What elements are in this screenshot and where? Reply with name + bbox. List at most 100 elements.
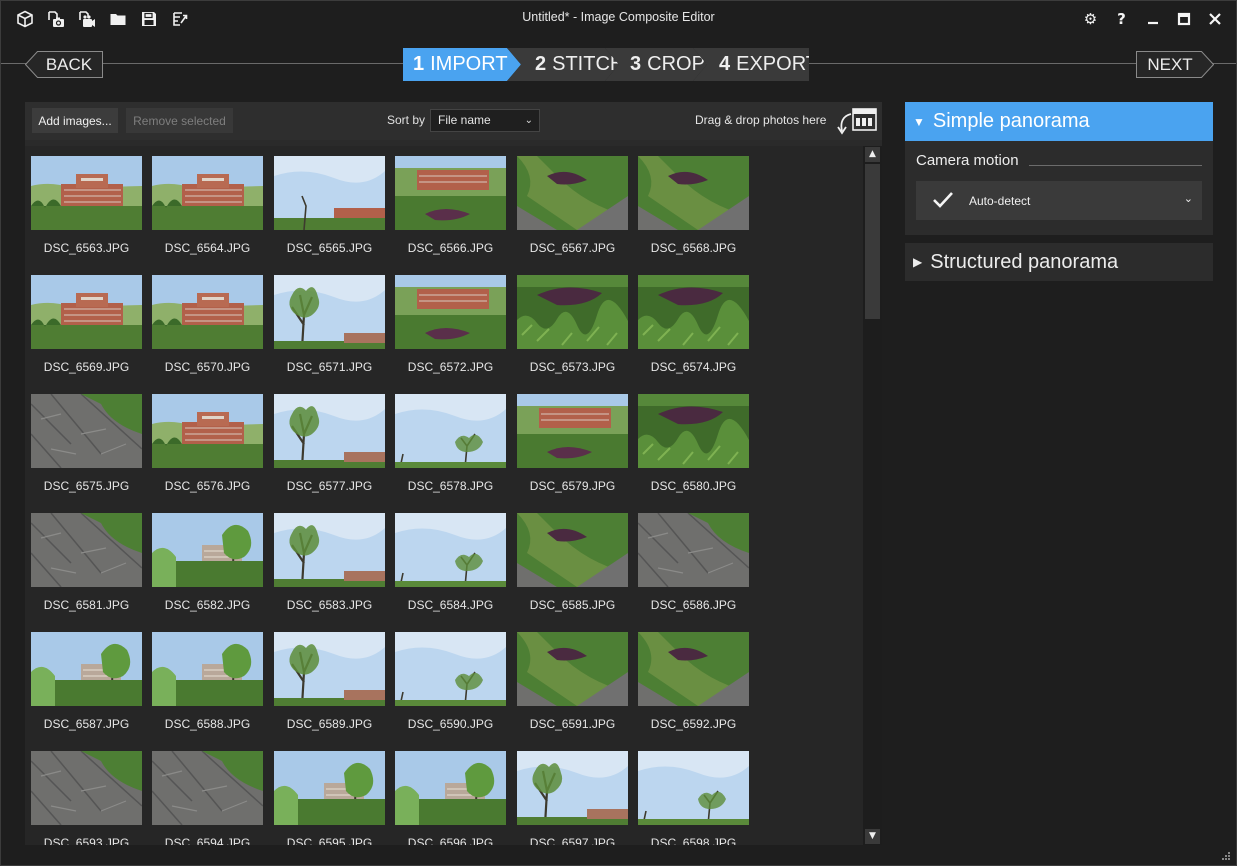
resize-grip-icon[interactable]	[1222, 852, 1230, 860]
thumbnail-item[interactable]: DSC_6577.JPG	[274, 394, 385, 493]
thumbnail-item[interactable]: DSC_6590.JPG	[395, 632, 506, 731]
thumbnail-item[interactable]: DSC_6570.JPG	[152, 275, 263, 374]
thumbnail-filename: DSC_6589.JPG	[286, 717, 373, 731]
step-number: 2	[535, 53, 547, 75]
thumbnail-item[interactable]: DSC_6579.JPG	[517, 394, 628, 493]
minimize-icon[interactable]	[1139, 6, 1166, 32]
thumbnail-filename: DSC_6592.JPG	[650, 717, 737, 731]
thumbnail-item[interactable]: DSC_6578.JPG	[395, 394, 506, 493]
step-crop[interactable]: 3 CROP	[605, 48, 707, 81]
simple-panorama-header[interactable]: ▼ Simple panorama	[905, 102, 1213, 141]
thumbnail-image	[274, 513, 385, 587]
thumbnail-filename: DSC_6597.JPG	[529, 836, 616, 845]
back-button[interactable]: BACK	[25, 51, 103, 78]
step-stitch[interactable]: 2 STITCH	[507, 48, 619, 81]
thumbnail-item[interactable]: DSC_6596.JPG	[395, 751, 506, 845]
thumbnail-item[interactable]: DSC_6581.JPG	[31, 513, 142, 612]
thumbnail-item[interactable]: DSC_6573.JPG	[517, 275, 628, 374]
thumbnail-item[interactable]: DSC_6597.JPG	[517, 751, 628, 845]
thumbnail-grid[interactable]: DSC_6563.JPG DSC_6564.JPG DSC_6565.JPG DSC_…	[25, 146, 863, 845]
thumbnail-image	[638, 632, 749, 706]
thumbnail-image	[517, 394, 628, 468]
thumbnail-item[interactable]: DSC_6564.JPG	[152, 156, 263, 255]
thumbnail-item[interactable]: DSC_6593.JPG	[31, 751, 142, 845]
thumbnail-filename: DSC_6564.JPG	[164, 241, 251, 255]
thumbnail-image	[395, 275, 506, 349]
panorama-options: ▼ Simple panorama Camera motion Auto-det…	[905, 102, 1213, 281]
thumbnail-image	[395, 394, 506, 468]
sort-dropdown[interactable]: File name ⌄	[430, 109, 540, 132]
step-label: EXPORT	[736, 53, 818, 75]
thumbnail-filename: DSC_6572.JPG	[407, 360, 494, 374]
thumbnail-item[interactable]: DSC_6585.JPG	[517, 513, 628, 612]
thumbnail-filename: DSC_6569.JPG	[43, 360, 130, 374]
thumbnail-item[interactable]: DSC_6568.JPG	[638, 156, 749, 255]
scroll-down-icon[interactable]: ▼	[865, 829, 880, 844]
thumbnail-image	[31, 156, 142, 230]
structured-panorama-header[interactable]: ▶ Structured panorama	[905, 243, 1213, 281]
sort-value: File name	[438, 113, 491, 127]
thumbnail-image	[638, 513, 749, 587]
step-export[interactable]: 4 EXPORT	[693, 48, 809, 81]
thumbnail-item[interactable]: DSC_6567.JPG	[517, 156, 628, 255]
step-indicator: 1 IMPORT 2 STITCH 3 CROP 4 EXPORT	[403, 48, 809, 81]
thumbnail-filename: DSC_6583.JPG	[286, 598, 373, 612]
thumbnail-filename: DSC_6576.JPG	[164, 479, 251, 493]
camera-motion-dropdown[interactable]: Auto-detect ⌄	[916, 181, 1202, 220]
thumbnail-image	[274, 156, 385, 230]
step-label: CROP	[647, 53, 705, 75]
thumbnail-item[interactable]: DSC_6575.JPG	[31, 394, 142, 493]
thumbnail-item[interactable]: DSC_6571.JPG	[274, 275, 385, 374]
thumbnail-filename: DSC_6594.JPG	[164, 836, 251, 845]
thumbnail-item[interactable]: DSC_6565.JPG	[274, 156, 385, 255]
thumbnail-item[interactable]: DSC_6583.JPG	[274, 513, 385, 612]
thumbnail-item[interactable]: DSC_6574.JPG	[638, 275, 749, 374]
thumbnail-item[interactable]: DSC_6572.JPG	[395, 275, 506, 374]
thumbnail-filename: DSC_6590.JPG	[407, 717, 494, 731]
thumbnail-item[interactable]: DSC_6588.JPG	[152, 632, 263, 731]
thumbnail-image	[31, 751, 142, 825]
scroll-thumb[interactable]	[865, 164, 880, 319]
thumbnail-scrollbar[interactable]: ▲ ▼	[863, 146, 882, 845]
scroll-up-icon[interactable]: ▲	[865, 147, 880, 162]
thumbnail-filename: DSC_6582.JPG	[164, 598, 251, 612]
close-icon[interactable]	[1201, 6, 1228, 32]
thumbnail-item[interactable]: DSC_6595.JPG	[274, 751, 385, 845]
thumbnail-filename: DSC_6596.JPG	[407, 836, 494, 845]
thumbnail-item[interactable]: DSC_6576.JPG	[152, 394, 263, 493]
step-number: 1	[413, 53, 425, 75]
thumbnail-image	[31, 275, 142, 349]
maximize-icon[interactable]	[1170, 6, 1197, 32]
thumbnail-filename: DSC_6578.JPG	[407, 479, 494, 493]
thumbnail-filename: DSC_6580.JPG	[650, 479, 737, 493]
thumbnail-item[interactable]: DSC_6584.JPG	[395, 513, 506, 612]
thumbnail-item[interactable]: DSC_6586.JPG	[638, 513, 749, 612]
add-images-button[interactable]: Add images...	[32, 108, 118, 133]
thumbnail-filename: DSC_6570.JPG	[164, 360, 251, 374]
thumbnail-item[interactable]: DSC_6580.JPG	[638, 394, 749, 493]
thumbnail-image	[152, 751, 263, 825]
thumbnail-item[interactable]: DSC_6594.JPG	[152, 751, 263, 845]
app-window: Untitled* - Image Composite Editor ⚙ ? B…	[0, 0, 1237, 866]
thumbnail-item[interactable]: DSC_6569.JPG	[31, 275, 142, 374]
thumbnail-item[interactable]: DSC_6598.JPG	[638, 751, 749, 845]
next-label: NEXT	[1147, 54, 1193, 74]
chevron-down-icon: ⌄	[524, 115, 533, 126]
remove-selected-button[interactable]: Remove selected	[126, 108, 233, 133]
thumbnail-filename: DSC_6588.JPG	[164, 717, 251, 731]
thumbnail-item[interactable]: DSC_6563.JPG	[31, 156, 142, 255]
thumbnail-image	[517, 632, 628, 706]
thumbnail-item[interactable]: DSC_6566.JPG	[395, 156, 506, 255]
settings-icon[interactable]: ⚙	[1077, 6, 1104, 32]
help-icon[interactable]: ?	[1108, 6, 1135, 32]
step-import[interactable]: 1 IMPORT	[403, 48, 521, 81]
next-button[interactable]: NEXT	[1136, 51, 1214, 78]
thumbnail-item[interactable]: DSC_6582.JPG	[152, 513, 263, 612]
back-label: BACK	[45, 54, 93, 74]
thumbnail-item[interactable]: DSC_6587.JPG	[31, 632, 142, 731]
thumbnail-filename: DSC_6567.JPG	[529, 241, 616, 255]
thumbnail-image	[638, 275, 749, 349]
thumbnail-item[interactable]: DSC_6589.JPG	[274, 632, 385, 731]
thumbnail-item[interactable]: DSC_6592.JPG	[638, 632, 749, 731]
thumbnail-item[interactable]: DSC_6591.JPG	[517, 632, 628, 731]
